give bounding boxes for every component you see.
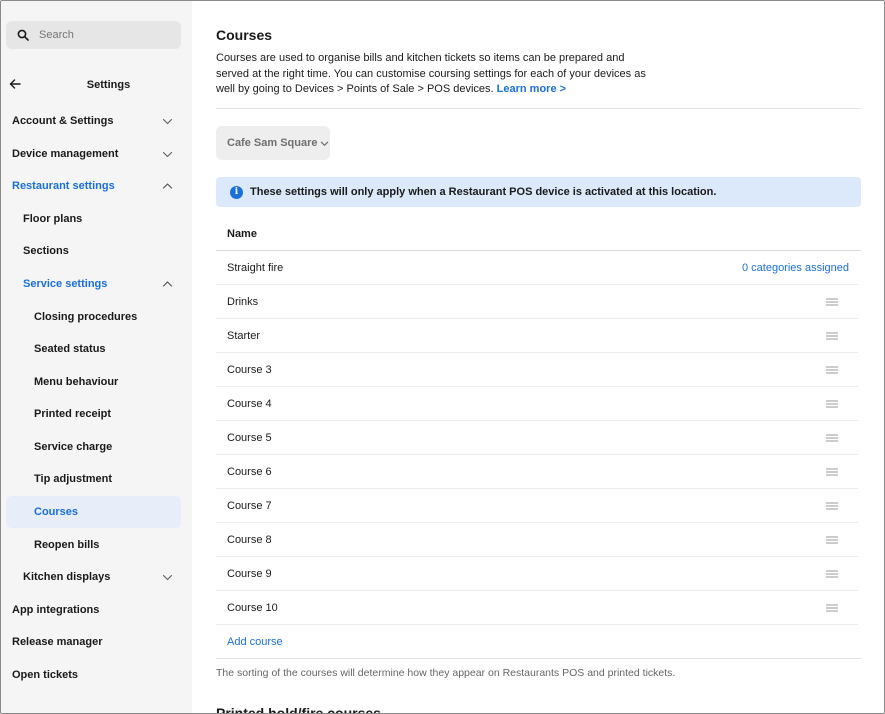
- drag-handle-icon[interactable]: [826, 468, 838, 476]
- sidebar: Search Settings Account & Settings Device…: [1, 1, 192, 713]
- sidebar-item-app-integrations[interactable]: App integrations: [6, 594, 181, 626]
- drag-handle-icon[interactable]: [826, 604, 838, 612]
- drag-handle-icon[interactable]: [826, 502, 838, 510]
- divider: [216, 108, 861, 109]
- info-icon: i: [230, 185, 243, 199]
- learn-more-link[interactable]: Learn more >: [497, 83, 566, 95]
- sidebar-item-label: Account & Settings: [12, 115, 114, 127]
- chevron-down-icon: [321, 141, 329, 146]
- sidebar-title: Settings: [86, 79, 131, 91]
- page-title: Courses: [216, 27, 273, 43]
- sidebar-item-closing-procedures[interactable]: Closing procedures: [6, 301, 181, 333]
- sidebar-item-tip-adjustment[interactable]: Tip adjustment: [6, 463, 181, 495]
- sidebar-item-label: Sections: [23, 245, 69, 257]
- drag-handle-icon[interactable]: [826, 366, 838, 374]
- drag-handle-icon[interactable]: [826, 400, 838, 408]
- search-placeholder: Search: [39, 29, 74, 41]
- page-description: Courses are used to organise bills and k…: [216, 51, 646, 98]
- search-icon: [17, 29, 29, 41]
- course-name: Course 7: [227, 499, 272, 512]
- sidebar-item-courses[interactable]: Courses: [6, 496, 181, 528]
- table-row[interactable]: Course 9: [216, 557, 858, 591]
- chevron-down-icon[interactable]: [162, 149, 173, 160]
- drag-handle-icon[interactable]: [826, 434, 838, 442]
- sidebar-item-label: Release manager: [12, 636, 103, 648]
- sidebar-item-restaurant-settings[interactable]: Restaurant settings: [6, 170, 181, 202]
- sidebar-item-label: App integrations: [12, 604, 100, 616]
- drag-handle-icon[interactable]: [826, 298, 838, 306]
- sidebar-item-label: Menu behaviour: [34, 376, 119, 388]
- table-row[interactable]: Course 7: [216, 489, 858, 523]
- table-row[interactable]: Course 8: [216, 523, 858, 557]
- sidebar-item-seated-status[interactable]: Seated status: [6, 333, 181, 365]
- table-row[interactable]: Straight fire 0 categories assigned: [216, 251, 858, 285]
- sidebar-item-label: Kitchen displays: [23, 571, 111, 583]
- main-content: Courses Courses are used to organise bil…: [192, 1, 884, 713]
- categories-assigned-link[interactable]: 0 categories assigned: [742, 262, 849, 274]
- sidebar-item-label: Restaurant settings: [12, 180, 115, 192]
- sidebar-item-device-management[interactable]: Device management: [6, 138, 181, 170]
- sidebar-item-service-charge[interactable]: Service charge: [6, 431, 181, 463]
- chevron-down-icon[interactable]: [162, 572, 173, 583]
- course-name: Course 9: [227, 567, 272, 580]
- course-name: Course 5: [227, 431, 272, 444]
- course-name: Course 8: [227, 533, 272, 546]
- table-row[interactable]: Course 4: [216, 387, 858, 421]
- section-title: Printed hold/fire courses: [216, 705, 381, 714]
- course-name: Starter: [227, 329, 261, 342]
- table-row[interactable]: Course 3: [216, 353, 858, 387]
- table-row[interactable]: Course 10: [216, 591, 858, 625]
- add-course-link[interactable]: Add course: [227, 636, 283, 648]
- course-name: Course 10: [227, 601, 278, 614]
- course-name: Course 4: [227, 397, 272, 410]
- sidebar-item-label: Courses: [34, 506, 79, 518]
- drag-handle-icon[interactable]: [826, 332, 838, 340]
- location-dropdown[interactable]: Cafe Sam Square: [216, 126, 330, 160]
- sidebar-item-label: Tip adjustment: [34, 473, 113, 485]
- sidebar-item-open-tickets[interactable]: Open tickets: [6, 659, 181, 691]
- sidebar-item-printed-receipt[interactable]: Printed receipt: [6, 398, 181, 430]
- search-input[interactable]: Search: [6, 21, 181, 49]
- info-banner: i These settings will only apply when a …: [216, 177, 861, 207]
- sidebar-item-kitchen-displays[interactable]: Kitchen displays: [6, 561, 181, 593]
- course-name: Course 6: [227, 465, 272, 478]
- sidebar-item-label: Closing procedures: [34, 311, 138, 323]
- table-row[interactable]: Course 5: [216, 421, 858, 455]
- divider: [216, 658, 861, 659]
- course-name: Straight fire: [227, 261, 284, 274]
- sidebar-item-service-settings[interactable]: Service settings: [6, 268, 181, 300]
- sidebar-item-label: Device management: [12, 148, 119, 160]
- settings-header: Settings: [1, 71, 192, 99]
- sidebar-item-release-manager[interactable]: Release manager: [6, 626, 181, 658]
- chevron-up-icon[interactable]: [162, 181, 173, 192]
- app-window: Search Settings Account & Settings Device…: [0, 0, 885, 714]
- sidebar-item-label: Seated status: [34, 343, 106, 355]
- sidebar-item-label: Service settings: [23, 278, 108, 290]
- sidebar-item-label: Floor plans: [23, 213, 83, 225]
- sidebar-item-floor-plans[interactable]: Floor plans: [6, 203, 181, 235]
- table-header-name: Name: [227, 228, 257, 240]
- course-name: Drinks: [227, 295, 259, 308]
- back-arrow-icon[interactable]: [9, 78, 21, 90]
- sidebar-item-label: Printed receipt: [34, 408, 112, 420]
- sidebar-item-menu-behaviour[interactable]: Menu behaviour: [6, 366, 181, 398]
- chevron-down-icon[interactable]: [162, 116, 173, 127]
- sidebar-item-label: Service charge: [34, 441, 113, 453]
- sorting-note: The sorting of the courses will determin…: [216, 667, 676, 679]
- sidebar-item-label: Open tickets: [12, 669, 79, 681]
- table-row[interactable]: Course 6: [216, 455, 858, 489]
- description-text: Courses are used to organise bills and k…: [216, 52, 646, 95]
- banner-text: These settings will only apply when a Re…: [250, 186, 717, 198]
- drag-handle-icon[interactable]: [826, 536, 838, 544]
- sidebar-item-account-settings[interactable]: Account & Settings: [6, 105, 181, 137]
- sidebar-item-label: Reopen bills: [34, 539, 100, 551]
- location-label: Cafe Sam Square: [227, 137, 318, 149]
- table-row[interactable]: Starter: [216, 319, 858, 353]
- chevron-up-icon[interactable]: [162, 279, 173, 290]
- sidebar-item-reopen-bills[interactable]: Reopen bills: [6, 529, 181, 561]
- table-row[interactable]: Drinks: [216, 285, 858, 319]
- drag-handle-icon[interactable]: [826, 570, 838, 578]
- course-name: Course 3: [227, 363, 272, 376]
- sidebar-item-sections[interactable]: Sections: [6, 235, 181, 267]
